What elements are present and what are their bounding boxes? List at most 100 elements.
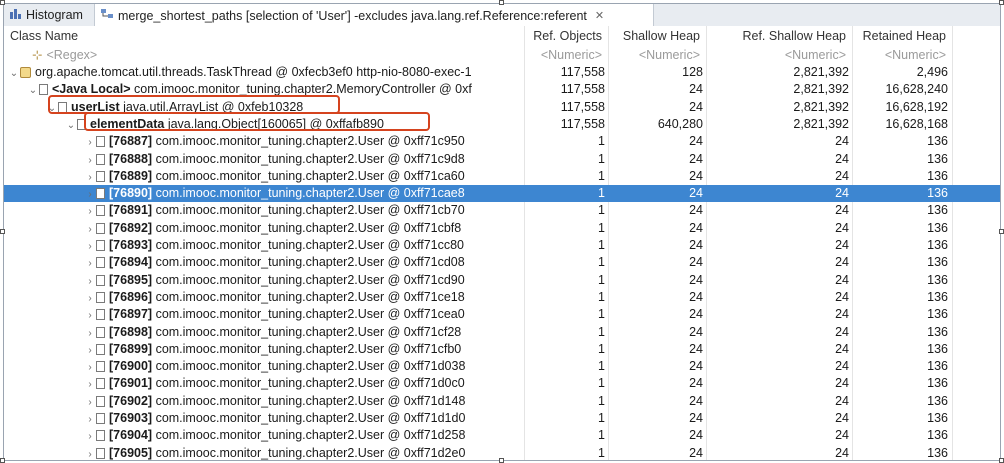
ref-objects-cell: 1 xyxy=(598,307,605,322)
chevron-right-icon[interactable]: › xyxy=(84,186,96,202)
filter-row: ⊹ <Regex> <Numeric> <Numeric> <Numeric> <… xyxy=(4,46,1000,64)
chevron-right-icon[interactable]: › xyxy=(84,273,96,289)
field-name: [76898] xyxy=(109,324,156,339)
retained-heap-cell: 136 xyxy=(927,272,948,287)
numeric-filter-shallow-heap[interactable]: <Numeric> xyxy=(608,46,706,64)
ref-objects-cell: 1 xyxy=(598,376,605,391)
chevron-right-icon[interactable]: › xyxy=(84,446,96,460)
chevron-right-icon[interactable]: › xyxy=(84,238,96,254)
retained-heap-cell: 136 xyxy=(927,411,948,425)
table-row[interactable]: › [76901] com.imooc.monitor_tuning.chapte… xyxy=(4,375,1000,392)
class-name-cell: › [76896] com.imooc.monitor_tuning.chapte… xyxy=(4,289,524,306)
class-name-cell: › [76888] com.imooc.monitor_tuning.chapte… xyxy=(4,151,524,168)
table-row[interactable]: ⌄ org.apache.tomcat.util.threads.TaskThre… xyxy=(4,64,1000,81)
column-ref-objects[interactable]: Ref. Objects xyxy=(524,26,608,46)
column-shallow-heap[interactable]: Shallow Heap xyxy=(608,26,706,46)
chevron-right-icon[interactable]: › xyxy=(84,359,96,375)
chevron-right-icon[interactable]: › xyxy=(84,342,96,358)
table-row[interactable]: › [76904] com.imooc.monitor_tuning.chapte… xyxy=(4,427,1000,444)
resize-handle[interactable] xyxy=(0,229,5,234)
chevron-right-icon[interactable]: › xyxy=(84,290,96,306)
table-row[interactable]: › [76895] com.imooc.monitor_tuning.chapte… xyxy=(4,272,1000,289)
retained-heap-cell: 2,496 xyxy=(916,65,948,79)
chevron-right-icon[interactable]: › xyxy=(84,152,96,168)
chevron-right-icon[interactable]: › xyxy=(84,169,96,185)
object-label: com.imooc.monitor_tuning.chapter2.User @… xyxy=(155,186,465,201)
table-row[interactable]: › [76903] com.imooc.monitor_tuning.chapte… xyxy=(4,410,1000,427)
tab-merge-shortest-paths[interactable]: merge_shortest_paths [selection of 'User… xyxy=(94,4,654,27)
resize-handle[interactable] xyxy=(999,0,1004,5)
resize-handle[interactable] xyxy=(999,458,1004,463)
shallow-heap-cell: 24 xyxy=(689,220,703,235)
chevron-right-icon[interactable]: › xyxy=(84,203,96,219)
numeric-filter-ref-shallow-heap[interactable]: <Numeric> xyxy=(706,46,852,64)
resize-handle[interactable] xyxy=(999,229,1004,234)
tree-table-icon xyxy=(101,8,114,23)
object-icon xyxy=(96,343,105,355)
chevron-right-icon[interactable]: › xyxy=(84,325,96,341)
shallow-heap-cell: 24 xyxy=(689,359,703,374)
table-row[interactable]: › [76891] com.imooc.monitor_tuning.chapte… xyxy=(4,202,1000,219)
class-name-cell: › [76887] com.imooc.monitor_tuning.chapte… xyxy=(4,133,524,150)
table-row[interactable]: › [76890] com.imooc.monitor_tuning.chapte… xyxy=(4,185,1000,203)
shallow-heap-cell: 24 xyxy=(689,324,703,339)
table-row[interactable]: › [76902] com.imooc.monitor_tuning.chapte… xyxy=(4,393,1000,410)
chevron-down-icon[interactable]: ⌄ xyxy=(8,65,20,81)
close-icon[interactable]: ✕ xyxy=(595,9,604,22)
resize-handle[interactable] xyxy=(0,458,5,463)
column-class-name[interactable]: Class Name xyxy=(4,26,524,46)
regex-filter-input[interactable]: ⊹ <Regex> xyxy=(26,46,326,64)
table-row[interactable]: › [76896] com.imooc.monitor_tuning.chapte… xyxy=(4,289,1000,306)
table-row[interactable]: › [76899] com.imooc.monitor_tuning.chapte… xyxy=(4,341,1000,358)
class-name-cell: › [76891] com.imooc.monitor_tuning.chapte… xyxy=(4,202,524,219)
table-row[interactable]: › [76897] com.imooc.monitor_tuning.chapte… xyxy=(4,306,1000,323)
resize-handle[interactable] xyxy=(499,458,504,463)
resize-handle[interactable] xyxy=(499,0,504,5)
table-row[interactable]: › [76893] com.imooc.monitor_tuning.chapte… xyxy=(4,237,1000,254)
object-icon xyxy=(96,395,105,407)
chevron-right-icon[interactable]: › xyxy=(84,307,96,323)
object-icon xyxy=(96,447,105,459)
retained-heap-cell: 136 xyxy=(927,134,948,149)
ref-shallow-heap-cell: 24 xyxy=(835,445,849,460)
chevron-right-icon[interactable]: › xyxy=(84,376,96,392)
table-row[interactable]: › [76898] com.imooc.monitor_tuning.chapte… xyxy=(4,324,1000,341)
ref-shallow-heap-cell: 24 xyxy=(835,272,849,287)
chevron-right-icon[interactable]: › xyxy=(84,411,96,427)
table-row[interactable]: › [76892] com.imooc.monitor_tuning.chapte… xyxy=(4,220,1000,237)
ref-objects-cell: 1 xyxy=(598,220,605,235)
table-row[interactable]: › [76888] com.imooc.monitor_tuning.chapte… xyxy=(4,151,1000,168)
memory-analyzer-panel: Histogram merge_shortest_paths [selectio… xyxy=(3,3,1001,461)
class-name-cell: › [76901] com.imooc.monitor_tuning.chapte… xyxy=(4,375,524,392)
chevron-right-icon[interactable]: › xyxy=(84,394,96,410)
chevron-right-icon[interactable]: › xyxy=(84,134,96,150)
tab-histogram[interactable]: Histogram xyxy=(4,4,94,26)
ref-objects-cell: 1 xyxy=(598,289,605,304)
object-icon xyxy=(96,153,105,165)
shallow-heap-cell: 24 xyxy=(689,255,703,270)
shallow-heap-cell: 24 xyxy=(689,134,703,149)
field-name: [76894] xyxy=(109,255,156,270)
chevron-right-icon[interactable]: › xyxy=(84,428,96,444)
ref-objects-cell: 1 xyxy=(598,359,605,374)
chevron-right-icon[interactable]: › xyxy=(84,255,96,271)
ref-shallow-heap-cell: 24 xyxy=(835,134,849,149)
chevron-right-icon[interactable]: › xyxy=(84,221,96,237)
class-name-cell: › [76900] com.imooc.monitor_tuning.chapte… xyxy=(4,358,524,375)
table-row[interactable]: › [76900] com.imooc.monitor_tuning.chapte… xyxy=(4,358,1000,375)
table-row[interactable]: › [76889] com.imooc.monitor_tuning.chapte… xyxy=(4,168,1000,185)
chevron-down-icon[interactable]: ⌄ xyxy=(27,82,39,98)
ref-shallow-heap-cell: 24 xyxy=(835,220,849,235)
column-ref-shallow-heap[interactable]: Ref. Shallow Heap xyxy=(706,26,852,46)
retained-heap-cell: 136 xyxy=(927,445,948,460)
chevron-down-icon[interactable]: ⌄ xyxy=(65,117,77,133)
numeric-filter-retained-heap[interactable]: <Numeric> xyxy=(852,46,952,64)
column-retained-heap[interactable]: Retained Heap xyxy=(852,26,952,46)
resize-handle[interactable] xyxy=(0,0,5,5)
table-row[interactable]: › [76894] com.imooc.monitor_tuning.chapte… xyxy=(4,254,1000,271)
shallow-heap-cell: 24 xyxy=(689,428,703,443)
ref-shallow-heap-cell: 2,821,392 xyxy=(793,116,849,131)
ref-shallow-heap-cell: 2,821,392 xyxy=(793,82,849,97)
table-row[interactable]: › [76887] com.imooc.monitor_tuning.chapte… xyxy=(4,133,1000,150)
numeric-filter-ref-objects[interactable]: <Numeric> xyxy=(524,46,608,64)
